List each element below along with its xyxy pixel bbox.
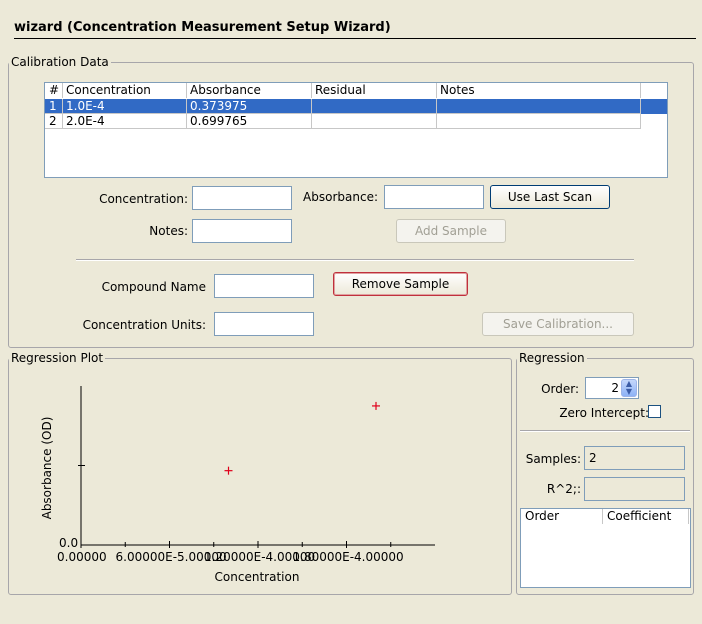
regression-legend: Regression	[519, 351, 585, 365]
cell-absorbance[interactable]: 0.373975	[187, 99, 312, 114]
zero-intercept-checkbox[interactable]	[648, 405, 661, 418]
order-value[interactable]: 2	[586, 381, 621, 395]
table-row[interactable]: 2 2.0E-4 0.699765	[45, 114, 667, 129]
calibration-table[interactable]: # Concentration Absorbance Residual Note…	[44, 82, 668, 178]
samples-label: Samples:	[525, 452, 581, 466]
spinner-arrows-icon[interactable]: ▲ ▼	[621, 379, 637, 397]
calibration-separator	[76, 259, 634, 261]
add-sample-button[interactable]: Add Sample	[396, 219, 506, 243]
save-calibration-button[interactable]: Save Calibration...	[482, 312, 634, 336]
compound-name-label: Compound Name	[101, 280, 206, 294]
coefficient-table[interactable]: Order Coefficient	[520, 508, 691, 588]
absorbance-label: Absorbance:	[303, 190, 378, 204]
remove-sample-button[interactable]: Remove Sample	[333, 272, 468, 296]
title-divider	[14, 38, 696, 39]
cell-residual[interactable]	[312, 114, 437, 129]
r-squared-label: R^2;:	[546, 482, 581, 496]
use-last-scan-button[interactable]: Use Last Scan	[490, 185, 610, 209]
cell-residual[interactable]	[312, 99, 437, 114]
column-header-residual[interactable]: Residual	[312, 83, 437, 98]
coefficient-table-header: Order Coefficient	[521, 509, 690, 524]
x-tick-label: 1.80000E-4.00000	[293, 550, 404, 564]
cell-notes[interactable]	[437, 114, 641, 129]
regression-plot-legend: Regression Plot	[11, 351, 104, 365]
r-squared-field	[584, 477, 685, 501]
table-row[interactable]: 1 1.0E-4 0.373975	[45, 99, 667, 114]
x-tick-label: 0.00000	[57, 550, 107, 564]
samples-field: 2	[584, 446, 685, 470]
column-header-number[interactable]: #	[45, 83, 63, 98]
concentration-label: Concentration:	[99, 192, 188, 206]
row-number: 2	[45, 114, 63, 129]
data-point	[372, 401, 380, 410]
cell-notes[interactable]	[437, 99, 641, 114]
concentration-input[interactable]	[192, 186, 292, 210]
cell-absorbance[interactable]: 0.699765	[187, 114, 312, 129]
notes-input[interactable]	[192, 219, 292, 243]
window-title: wizard (Concentration Measurement Setup …	[14, 20, 391, 35]
column-header-coefficient[interactable]: Coefficient	[603, 509, 689, 524]
column-header-order[interactable]: Order	[521, 509, 603, 524]
calibration-data-legend: Calibration Data	[11, 55, 109, 69]
cell-concentration[interactable]: 2.0E-4	[63, 114, 187, 129]
column-header-concentration[interactable]: Concentration	[63, 83, 187, 98]
notes-label: Notes:	[149, 224, 188, 238]
absorbance-input[interactable]	[384, 185, 484, 209]
column-header-absorbance[interactable]: Absorbance	[187, 83, 312, 98]
column-header-notes[interactable]: Notes	[437, 83, 641, 98]
concentration-units-label: Concentration Units:	[82, 318, 206, 332]
y-axis-label: Absorbance (OD)	[40, 417, 54, 520]
concentration-units-input[interactable]	[214, 312, 314, 336]
y-tick-label: 0.0	[59, 536, 78, 550]
compound-name-input[interactable]	[214, 274, 314, 298]
x-axis-label: Concentration	[215, 570, 300, 584]
calibration-table-header: # Concentration Absorbance Residual Note…	[45, 83, 667, 99]
zero-intercept-label: Zero Intercept:	[559, 406, 649, 420]
data-point	[224, 466, 233, 475]
cell-concentration[interactable]: 1.0E-4	[63, 99, 187, 114]
order-label: Order:	[541, 382, 579, 396]
regression-separator	[520, 430, 690, 432]
order-spinner[interactable]: 2 ▲ ▼	[585, 377, 639, 399]
regression-plot: Absorbance (OD) Concentration 0.00000 6.0…	[40, 386, 435, 584]
row-number: 1	[45, 99, 63, 114]
